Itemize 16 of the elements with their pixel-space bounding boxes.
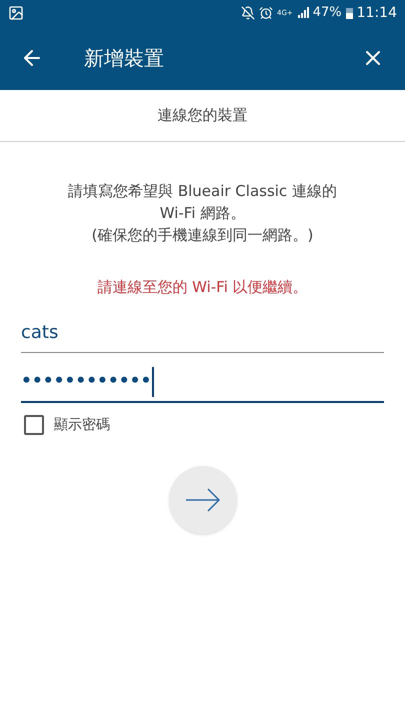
show-password-checkbox[interactable] (24, 415, 44, 435)
arrow-right-icon (184, 488, 220, 512)
mute-icon (240, 6, 255, 20)
alarm-icon (258, 6, 273, 20)
gallery-icon (8, 5, 24, 21)
instruction-text: 請填寫您希望與 Blueair Classic 連線的 Wi-Fi 網路。 (確保您的手機連線到同一網路。) (67, 181, 338, 246)
show-password-label: 顯示密碼 (54, 416, 110, 434)
app-bar-title: 新增裝置 (84, 45, 165, 72)
step-title: 連線您的裝置 (158, 105, 248, 126)
clock: 11:14 (356, 4, 397, 22)
battery-icon (346, 7, 353, 19)
signal-icon (296, 7, 309, 19)
error-message: 請連線至您的 Wi-Fi 以便繼續。 (96, 277, 309, 298)
password-field[interactable]: •••••••••••• (21, 362, 384, 402)
battery-level: 47% (312, 4, 342, 22)
network-name-field[interactable]: cats (21, 312, 384, 352)
